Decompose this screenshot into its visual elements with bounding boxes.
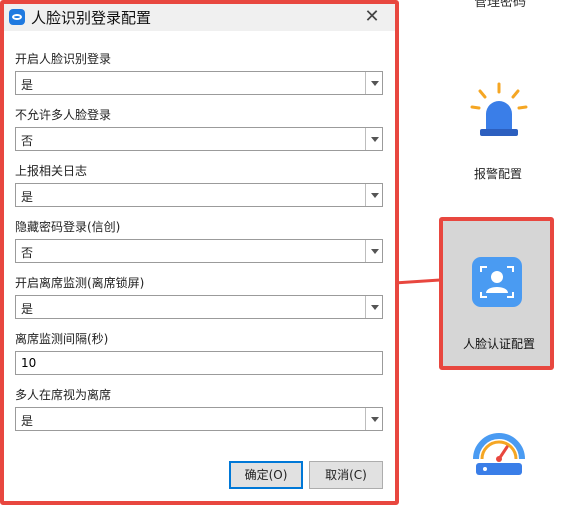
select-value: 否 xyxy=(21,134,34,148)
face-auth-icon[interactable] xyxy=(472,257,522,307)
chevron-down-icon[interactable] xyxy=(365,240,382,262)
away-monitor-select[interactable]: 是 xyxy=(15,295,383,319)
report-logs-select[interactable]: 是 xyxy=(15,183,383,207)
ok-button[interactable]: 确定(O) xyxy=(229,461,303,489)
close-icon[interactable]: ✕ xyxy=(360,5,384,29)
chevron-down-icon[interactable] xyxy=(365,296,382,318)
dialog-titlebar[interactable]: 人脸识别登录配置 ✕ xyxy=(3,3,398,31)
chevron-down-icon[interactable] xyxy=(365,184,382,206)
dialog-title: 人脸识别登录配置 xyxy=(31,9,152,27)
select-value: 否 xyxy=(21,246,34,260)
app-icon xyxy=(9,9,25,25)
away-monitor-label: 开启离席监测(离席锁屏) xyxy=(15,276,145,290)
cancel-button[interactable]: 取消(C) xyxy=(309,461,383,489)
select-value: 是 xyxy=(21,78,34,92)
away-monitor-interval-input[interactable] xyxy=(16,352,382,374)
no-multi-face-login-select[interactable]: 否 xyxy=(15,127,383,151)
enable-face-login-label: 开启人脸识别登录 xyxy=(15,52,112,66)
report-logs-label: 上报相关日志 xyxy=(15,164,88,178)
away-monitor-interval-label: 离席监测间隔(秒) xyxy=(15,332,109,346)
no-multi-face-login-label: 不允许多人脸登录 xyxy=(15,108,112,122)
gauge-icon[interactable] xyxy=(470,427,528,477)
multi-person-away-select[interactable]: 是 xyxy=(15,407,383,431)
alarm-icon[interactable] xyxy=(470,82,528,142)
hide-password-login-label: 隐藏密码登录(信创) xyxy=(15,220,121,234)
face-auth-config-label: 人脸认证配置 xyxy=(463,337,536,351)
enable-face-login-select[interactable]: 是 xyxy=(15,71,383,95)
hide-password-login-select[interactable]: 否 xyxy=(15,239,383,263)
alarm-config-label[interactable]: 报警配置 xyxy=(474,165,522,182)
chevron-down-icon[interactable] xyxy=(365,72,382,94)
select-value: 是 xyxy=(21,190,34,204)
select-value: 是 xyxy=(21,414,34,428)
select-value: 是 xyxy=(21,302,34,316)
chevron-down-icon[interactable] xyxy=(365,408,382,430)
chevron-down-icon[interactable] xyxy=(365,128,382,150)
away-monitor-interval-field[interactable] xyxy=(15,351,383,375)
face-login-config-dialog: 人脸识别登录配置 ✕ 开启人脸识别登录 是 不允许多人脸登录 否 上报相关日志 … xyxy=(3,3,398,503)
multi-person-away-label: 多人在席视为离席 xyxy=(15,388,112,402)
password-management-label: 管理密码 xyxy=(474,0,527,10)
